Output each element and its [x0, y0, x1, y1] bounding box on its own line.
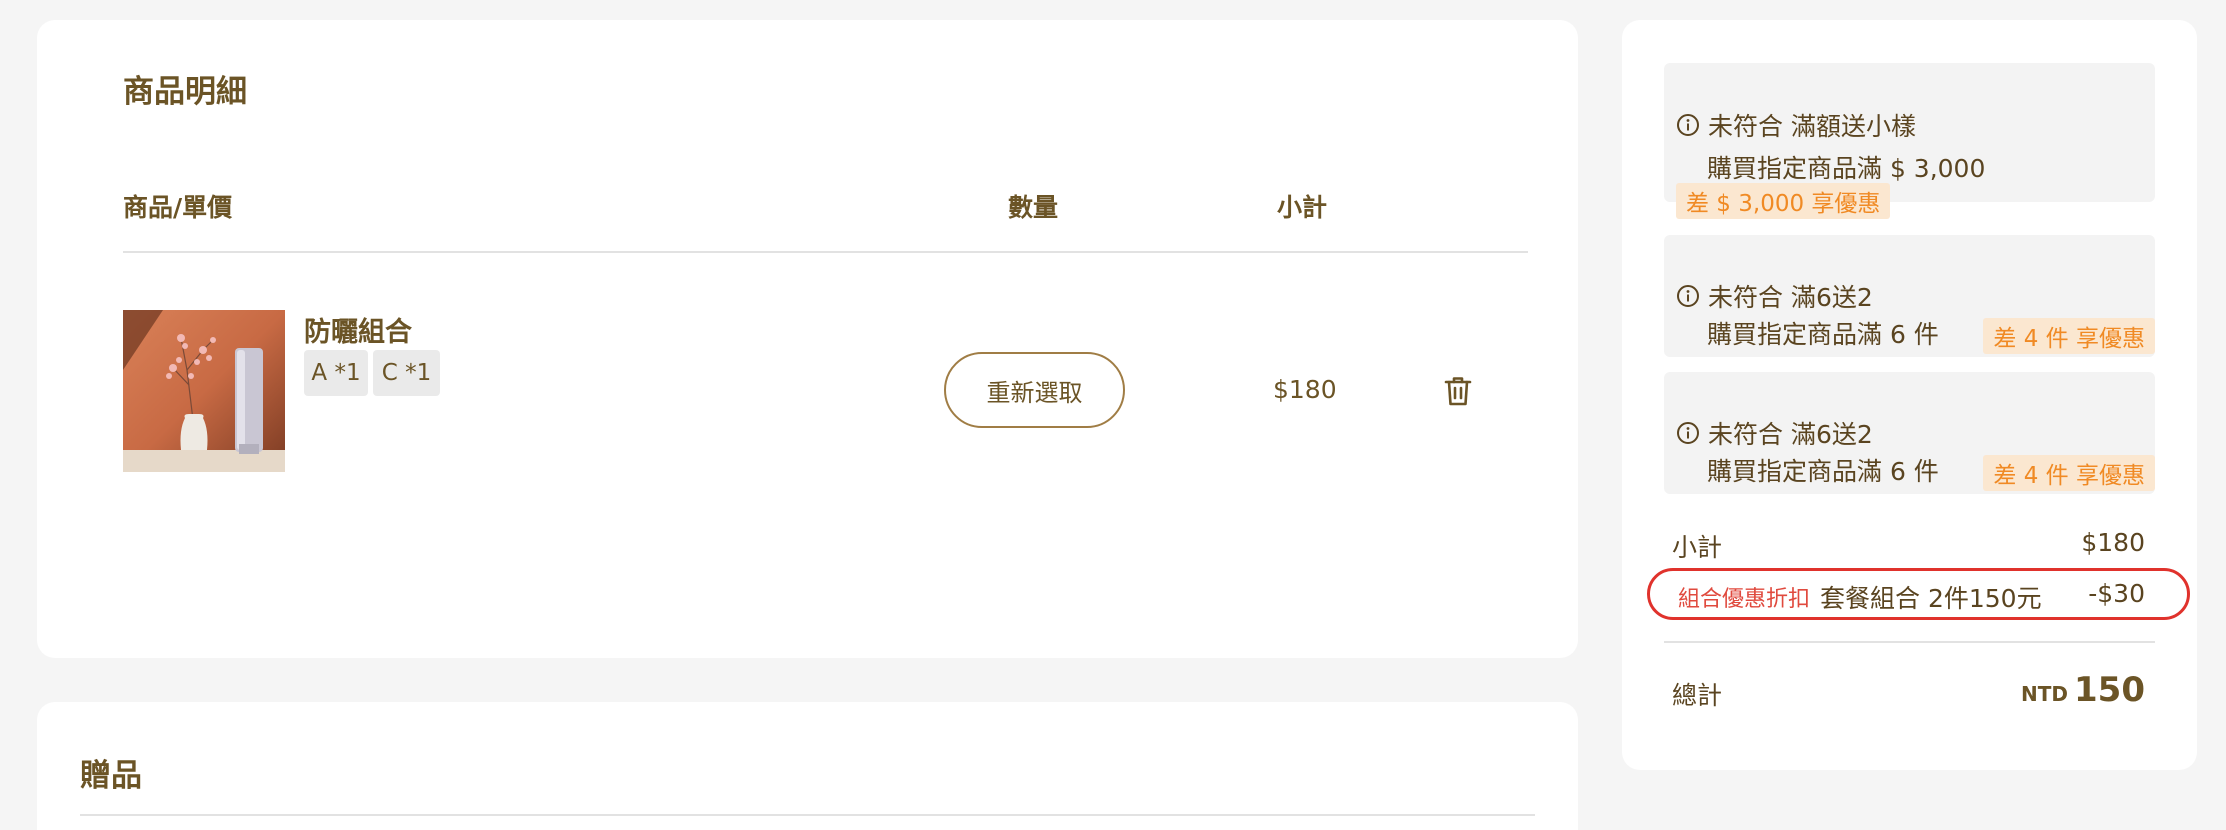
total-label: 總計	[1672, 681, 1723, 710]
product-name[interactable]: 防曬組合	[304, 310, 412, 349]
product-details-card: 商品明細 商品/單價 數量 小計 防曬組合 A *1 C *1 重新選取 $18…	[37, 20, 1578, 658]
product-details-title: 商品明細	[123, 74, 247, 110]
info-icon	[1676, 113, 1700, 137]
promo-name: 滿6送2	[1791, 283, 1873, 312]
promo-condition: 購買指定商品滿 6 件	[1707, 320, 1939, 349]
trash-icon[interactable]	[1443, 375, 1473, 407]
promo-name: 滿6送2	[1791, 420, 1873, 449]
promo-status-label: 未符合	[1708, 420, 1784, 449]
info-icon	[1676, 284, 1700, 308]
promo-status-label: 未符合	[1708, 283, 1784, 312]
promo-status: 未符合 滿額送小樣	[1676, 107, 1916, 143]
item-subtotal: $180	[1273, 375, 1337, 404]
promo-condition: 購買指定商品滿 6 件	[1707, 457, 1939, 486]
promo-card: 未符合 滿6送2 購買指定商品滿 6 件 差 4 件 享優惠	[1664, 235, 2155, 357]
subtotal-value: $180	[2081, 528, 2145, 557]
discount-description: 套餐組合 2件150元	[1820, 584, 2042, 613]
total-amount: NTD 150	[2021, 670, 2145, 710]
promo-card: 未符合 滿6送2 購買指定商品滿 6 件 差 4 件 享優惠	[1664, 372, 2155, 494]
promo-shortfall-badge: 差 4 件 享優惠	[1983, 318, 2155, 354]
total-value: 150	[2074, 670, 2145, 710]
info-icon	[1676, 421, 1700, 445]
promo-status: 未符合 滿6送2	[1676, 415, 1873, 451]
total-currency: NTD	[2021, 682, 2069, 706]
promo-status-label: 未符合	[1708, 112, 1784, 141]
promo-condition: 購買指定商品滿 $ 3,000	[1707, 154, 1986, 183]
promo-status: 未符合 滿6送2	[1676, 278, 1873, 314]
column-header-quantity: 數量	[1008, 193, 1059, 222]
order-summary-card: 未符合 滿額送小樣 購買指定商品滿 $ 3,000 差 $ 3,000 享優惠 …	[1622, 20, 2197, 770]
reselect-button[interactable]: 重新選取	[944, 352, 1125, 428]
gift-divider	[80, 814, 1535, 816]
summary-divider	[1664, 641, 2155, 643]
promo-name: 滿額送小樣	[1791, 112, 1917, 141]
gift-title: 贈品	[80, 758, 142, 794]
subtotal-label: 小計	[1672, 533, 1723, 562]
column-header-subtotal: 小計	[1277, 193, 1328, 222]
gift-card: 贈品	[37, 702, 1578, 830]
header-divider	[123, 251, 1528, 253]
discount-amount: -$30	[2088, 579, 2145, 608]
promo-shortfall-badge: 差 4 件 享優惠	[1983, 455, 2155, 491]
column-header-product: 商品/單價	[123, 193, 233, 222]
promo-card: 未符合 滿額送小樣 購買指定商品滿 $ 3,000 差 $ 3,000 享優惠	[1664, 63, 2155, 219]
discount-tag: 組合優惠折扣	[1672, 580, 1817, 614]
variant-tag: C *1	[373, 350, 440, 396]
variant-tag: A *1	[304, 350, 368, 396]
product-thumbnail[interactable]	[123, 310, 285, 472]
promo-shortfall-badge: 差 $ 3,000 享優惠	[1676, 183, 1891, 219]
